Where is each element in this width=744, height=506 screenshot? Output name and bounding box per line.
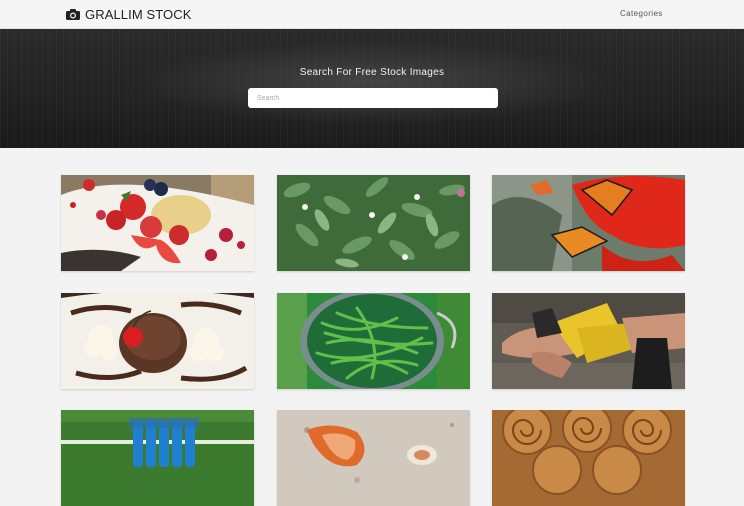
gallery-image-green-plants[interactable] <box>277 175 470 271</box>
camera-icon <box>66 8 80 20</box>
gallery-image-water-bottles[interactable] <box>61 410 254 506</box>
hero-banner: Search For Free Stock Images <box>0 29 744 148</box>
search-input[interactable] <box>248 88 498 108</box>
nav-link-categories[interactable]: Categories <box>620 9 663 18</box>
gallery-image-seashells[interactable] <box>277 410 470 506</box>
brand-name: GRALLIM STOCK <box>85 6 192 22</box>
gallery-image-butterflies[interactable] <box>492 175 685 271</box>
gallery-image-strawberry-dessert[interactable] <box>61 175 254 271</box>
gallery-image-hand-wraps[interactable] <box>492 293 685 389</box>
navbar: GRALLIM STOCK Categories <box>0 0 744 29</box>
hero-title: Search For Free Stock Images <box>299 67 445 78</box>
gallery-image-cinnamon-rolls[interactable] <box>492 410 685 506</box>
brand-logo-link[interactable]: GRALLIM STOCK <box>66 6 192 22</box>
gallery-image-chocolate-cake[interactable] <box>61 293 254 389</box>
gallery-image-green-beans[interactable] <box>277 293 470 389</box>
